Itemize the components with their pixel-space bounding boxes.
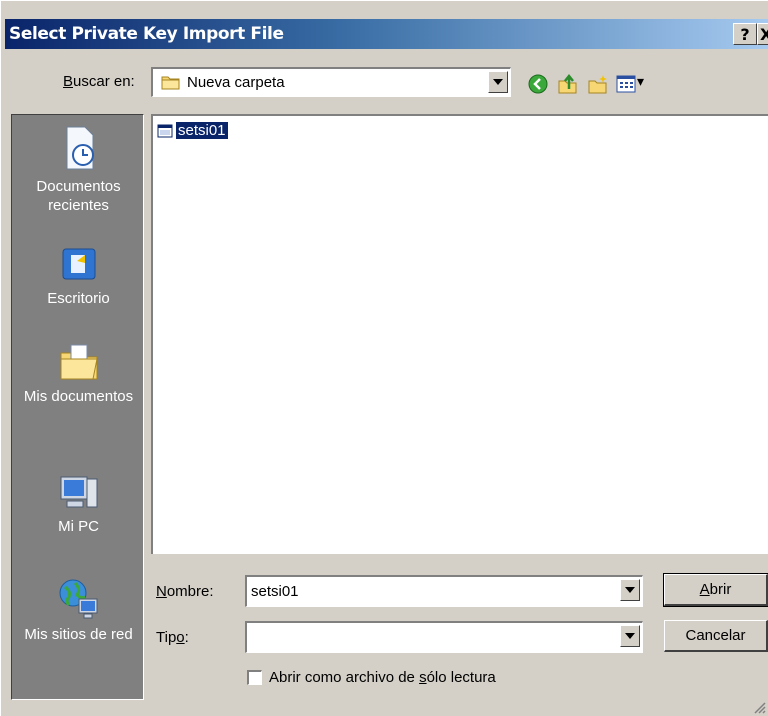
computer-icon (60, 476, 97, 508)
clock-document-icon (66, 126, 94, 170)
place-recent-documents[interactable]: Documentos recientes (12, 125, 145, 215)
filetype-combo[interactable] (245, 621, 643, 653)
filename-dropdown-arrow[interactable] (620, 579, 640, 601)
view-menu-icon[interactable] (615, 73, 637, 95)
close-icon: X (760, 25, 768, 44)
place-desktop[interactable]: Escritorio (12, 245, 145, 308)
open-file-dialog: Select Private Key Import File ? X Busca… (0, 0, 768, 716)
dialog-title: Select Private Key Import File (9, 24, 284, 44)
place-label: Mis documentos (23, 388, 134, 405)
lookin-dropdown[interactable]: Nueva carpeta (151, 67, 511, 97)
folder-documents-icon (60, 344, 98, 380)
list-item[interactable]: setsi01 (157, 121, 229, 140)
cancel-button[interactable]: Cancelar (664, 620, 768, 652)
place-my-documents[interactable]: Mis documentos (12, 341, 145, 406)
key-file-icon (157, 124, 173, 137)
file-list[interactable]: setsi01 (151, 114, 768, 554)
lookin-value: Nueva carpeta (187, 74, 285, 91)
place-label: Escritorio (47, 290, 110, 307)
readonly-checkbox[interactable] (247, 670, 262, 685)
help-icon: ? (740, 24, 750, 44)
resize-grip-icon[interactable] (752, 700, 766, 714)
readonly-option[interactable]: Abrir como archivo de sólo lectura (247, 669, 496, 686)
help-button[interactable]: ? (733, 23, 757, 45)
up-folder-icon[interactable] (557, 73, 579, 95)
lookin-label: Buscar en: (63, 73, 135, 90)
desktop-icon (62, 248, 95, 280)
title-bar[interactable]: Select Private Key Import File ? X (5, 19, 768, 49)
close-button[interactable]: X (757, 23, 768, 45)
back-icon[interactable] (527, 73, 549, 95)
network-icon (59, 579, 97, 619)
filetype-label: Tipo: (156, 629, 189, 646)
open-button[interactable]: Abrir (663, 573, 768, 607)
place-my-computer[interactable]: Mi PC (12, 473, 145, 536)
file-name: setsi01 (175, 121, 229, 140)
place-label: Mis sitios de red (24, 626, 133, 643)
folder-icon (161, 76, 180, 90)
view-menu-arrow[interactable]: ▾ (637, 73, 644, 90)
filetype-dropdown-arrow[interactable] (620, 625, 640, 647)
places-bar: Documentos recientes Escritorio Mis docu… (11, 114, 144, 700)
place-label: Documentos recientes (36, 178, 121, 214)
new-folder-icon[interactable] (587, 73, 609, 95)
lookin-dropdown-arrow[interactable] (488, 71, 508, 93)
filename-input[interactable]: setsi01 (251, 583, 299, 600)
filename-combo[interactable]: setsi01 (245, 575, 643, 607)
place-network-places[interactable]: Mis sitios de red (12, 577, 145, 644)
filename-label: Nombre: (156, 583, 214, 600)
place-label: Mi PC (58, 518, 99, 535)
readonly-label: Abrir como archivo de sólo lectura (269, 669, 496, 686)
